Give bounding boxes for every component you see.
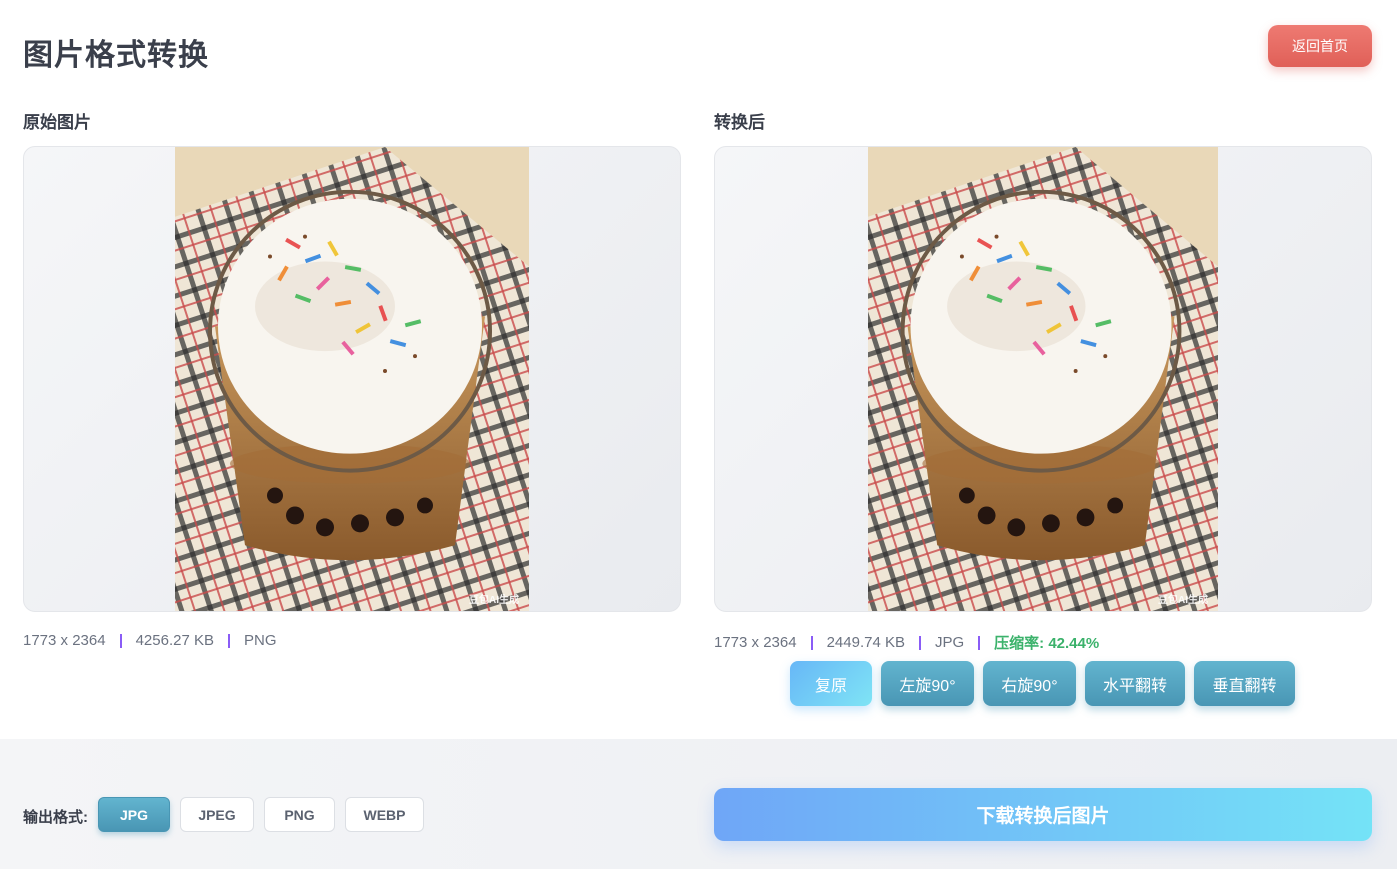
- rotate-right-button[interactable]: 右旋90°: [983, 661, 1076, 706]
- original-info: 1773 x 2364 4256.27 KB PNG: [23, 632, 277, 649]
- original-image: 豆包AI生成: [175, 147, 529, 611]
- format-jpg-button[interactable]: JPG: [98, 797, 170, 832]
- converted-image-container: 豆包AI生成: [714, 146, 1372, 612]
- image-tools: 复原 左旋90° 右旋90° 水平翻转 垂直翻转: [790, 661, 1295, 706]
- separator: [119, 633, 122, 648]
- converted-format: JPG: [934, 634, 965, 651]
- reset-button[interactable]: 复原: [790, 661, 872, 706]
- separator: [978, 635, 981, 650]
- format-options: JPG JPEG PNG WEBP: [98, 797, 424, 832]
- flip-horizontal-button[interactable]: 水平翻转: [1085, 661, 1185, 706]
- page-title: 图片格式转换: [23, 39, 209, 72]
- original-image-label: 原始图片: [23, 113, 91, 132]
- converted-dimensions: 1773 x 2364: [714, 634, 797, 651]
- rotate-left-button[interactable]: 左旋90°: [881, 661, 974, 706]
- download-button[interactable]: 下载转换后图片: [714, 788, 1372, 841]
- separator: [227, 633, 230, 648]
- format-webp-button[interactable]: WEBP: [345, 797, 424, 832]
- converted-image: 豆包AI生成: [868, 147, 1218, 611]
- back-home-button[interactable]: 返回首页: [1268, 25, 1372, 67]
- original-format: PNG: [243, 632, 277, 649]
- format-jpeg-button[interactable]: JPEG: [180, 797, 254, 832]
- compression-ratio: 压缩率: 42.44%: [994, 635, 1100, 652]
- converted-size: 2449.74 KB: [826, 634, 905, 651]
- output-format-label: 输出格式:: [23, 809, 88, 826]
- converted-image-label: 转换后: [714, 113, 765, 132]
- original-dimensions: 1773 x 2364: [23, 632, 106, 649]
- original-size: 4256.27 KB: [135, 632, 214, 649]
- separator: [810, 635, 813, 650]
- original-watermark: 豆包AI生成: [469, 595, 519, 606]
- flip-vertical-button[interactable]: 垂直翻转: [1194, 661, 1295, 706]
- converted-watermark: 豆包AI生成: [1158, 595, 1208, 606]
- format-png-button[interactable]: PNG: [264, 797, 335, 832]
- bubble-tea-photo-icon: [868, 147, 1218, 611]
- converted-info: 1773 x 2364 2449.74 KB JPG 压缩率: 42.44%: [714, 632, 1099, 653]
- bubble-tea-photo-icon: [175, 147, 529, 611]
- separator: [918, 635, 921, 650]
- original-image-container: 豆包AI生成: [23, 146, 681, 612]
